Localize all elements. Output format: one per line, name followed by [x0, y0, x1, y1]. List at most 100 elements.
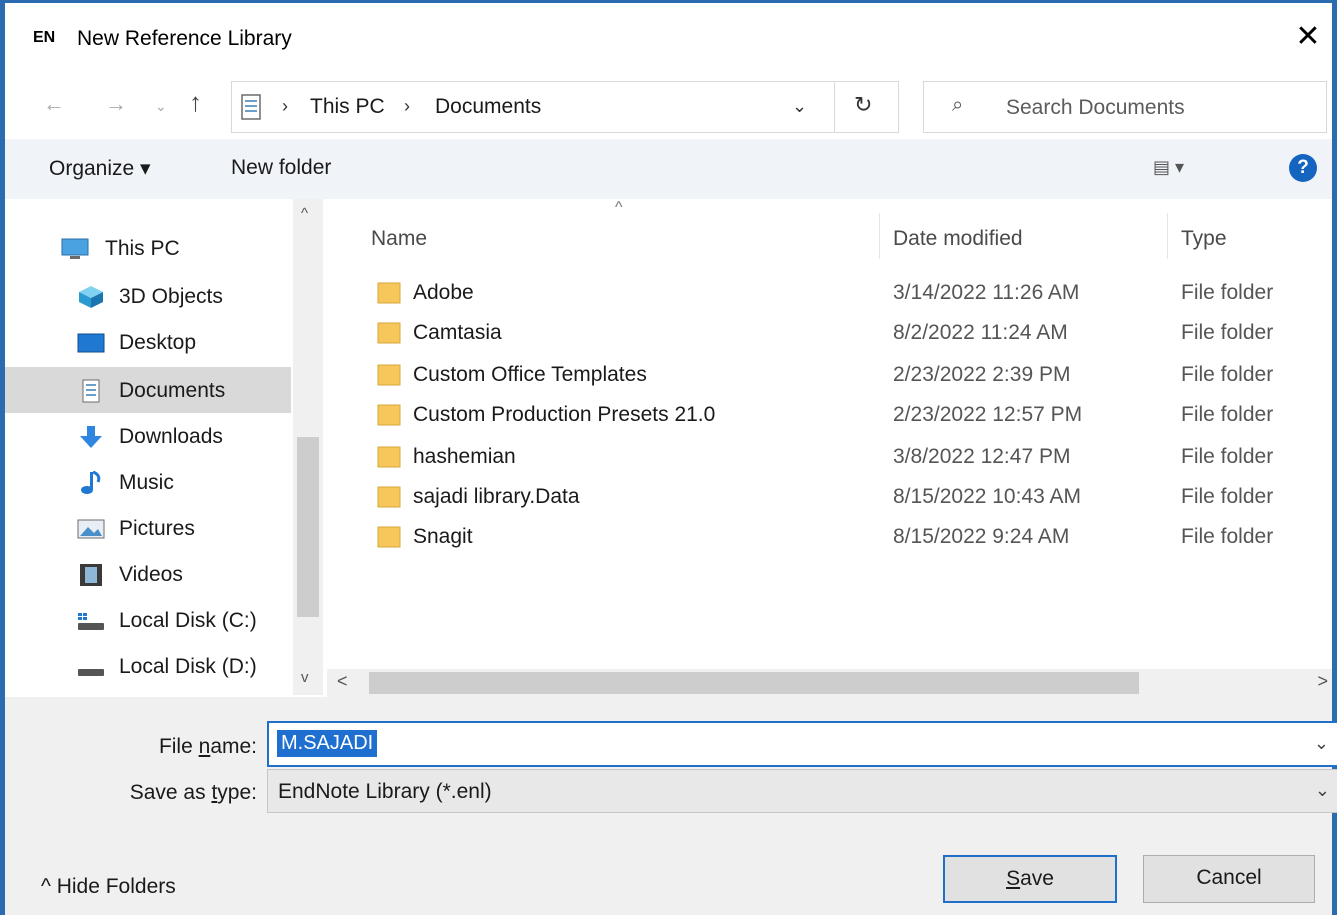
search-placeholder: Search Documents	[1006, 96, 1185, 119]
save-button[interactable]: Save	[943, 855, 1117, 903]
scroll-right-icon[interactable]: >	[1317, 671, 1328, 692]
file-name: Camtasia	[413, 321, 502, 344]
folder-icon	[377, 526, 401, 548]
column-header-type[interactable]: Type	[1181, 227, 1227, 251]
sidebar-item-label: This PC	[105, 237, 180, 260]
close-button[interactable]: ✕	[1288, 17, 1328, 57]
new-folder-button[interactable]: New folder	[231, 156, 331, 180]
file-type: File folder	[1181, 403, 1274, 426]
help-icon[interactable]: ?	[1289, 154, 1317, 182]
scroll-up-icon[interactable]: ^	[301, 205, 308, 222]
documents-folder-icon	[241, 94, 261, 120]
sort-ascending-icon: ^	[615, 199, 623, 216]
label-part: File	[158, 735, 199, 758]
title-bar: EN New Reference Library ✕	[5, 3, 1332, 71]
save-label: ave	[1020, 867, 1054, 890]
forward-arrow-icon[interactable]: →	[105, 91, 127, 117]
folder-icon	[377, 486, 401, 508]
sidebar-item-pictures[interactable]: Pictures	[5, 505, 291, 551]
label-part: ame:	[210, 735, 257, 758]
file-name: Custom Production Presets 21.0	[413, 403, 716, 426]
breadcrumb-documents[interactable]: Documents	[435, 95, 541, 119]
up-arrow-icon[interactable]: ↑	[189, 87, 202, 118]
label-accesskey: n	[198, 735, 211, 758]
sidebar-item-downloads[interactable]: Downloads	[5, 413, 291, 459]
table-row[interactable]: Adobe 3/14/2022 11:26 AM File folder	[367, 273, 1327, 313]
table-row[interactable]: Snagit 8/15/2022 9:24 AM File folder	[367, 517, 1327, 557]
file-date: 2/23/2022 2:39 PM	[893, 363, 1071, 386]
save-as-type-select[interactable]: EndNote Library (*.enl) ⌄	[267, 769, 1337, 813]
breadcrumb-this-pc[interactable]: This PC	[310, 95, 385, 119]
label-part: ype:	[217, 781, 257, 804]
address-bar[interactable]: › This PC › Documents ⌄ ↻	[231, 81, 899, 133]
sidebar-item-3d-objects[interactable]: 3D Objects	[5, 273, 291, 319]
endnote-app-icon: EN	[33, 29, 56, 46]
table-row[interactable]: sajadi library.Data 8/15/2022 10:43 AM F…	[367, 477, 1327, 517]
sidebar-item-label: 3D Objects	[119, 285, 223, 308]
file-type: File folder	[1181, 281, 1274, 304]
hide-folders-button[interactable]: ^ Hide Folders	[41, 875, 176, 899]
scrollbar-thumb[interactable]	[369, 672, 1139, 694]
breadcrumb-separator-icon: ›	[282, 96, 288, 116]
file-name: Snagit	[413, 525, 473, 548]
address-dropdown-chevron-icon[interactable]: ⌄	[792, 96, 807, 117]
file-name: hashemian	[413, 445, 516, 468]
back-arrow-icon[interactable]: ←	[43, 91, 65, 117]
scroll-down-icon[interactable]: v	[301, 669, 309, 686]
file-date: 8/2/2022 11:24 AM	[893, 321, 1068, 344]
sidebar-item-label: Pictures	[119, 517, 195, 540]
column-header-date-modified[interactable]: Date modified	[893, 227, 1023, 251]
column-header-name[interactable]: Name	[371, 227, 427, 251]
breadcrumb-separator-icon: ›	[404, 96, 410, 116]
file-date: 8/15/2022 10:43 AM	[893, 485, 1081, 508]
table-row[interactable]: Custom Production Presets 21.0 2/23/2022…	[367, 395, 1327, 435]
file-date: 3/8/2022 12:47 PM	[893, 445, 1071, 468]
scroll-left-icon[interactable]: <	[337, 671, 348, 692]
file-type: File folder	[1181, 525, 1274, 548]
file-type: File folder	[1181, 321, 1274, 344]
file-name-label: File name:	[121, 735, 257, 759]
sidebar-item-local-disk-d[interactable]: Local Disk (D:)	[5, 643, 291, 689]
sidebar-item-this-pc[interactable]: This PC	[5, 225, 291, 271]
change-view-icon[interactable]: ▤ ▾	[1153, 157, 1184, 178]
file-name-value: M.SAJADI	[277, 730, 378, 757]
table-row[interactable]: Camtasia 8/2/2022 11:24 AM File folder	[367, 313, 1327, 353]
column-divider[interactable]	[1167, 213, 1168, 259]
refresh-icon[interactable]: ↻	[854, 92, 872, 118]
document-icon	[82, 379, 100, 403]
search-icon: ⌕	[952, 94, 964, 116]
column-divider[interactable]	[879, 213, 880, 259]
sidebar-item-videos[interactable]: Videos	[5, 551, 291, 597]
table-row[interactable]: Custom Office Templates 2/23/2022 2:39 P…	[367, 355, 1327, 395]
picture-icon	[77, 519, 105, 539]
folder-icon	[377, 404, 401, 426]
sidebar-item-label: Local Disk (D:)	[119, 655, 257, 678]
file-list-horizontal-scrollbar[interactable]: < >	[327, 669, 1332, 697]
search-input[interactable]: ⌕ Search Documents	[923, 81, 1327, 133]
computer-icon	[61, 238, 89, 259]
cancel-button[interactable]: Cancel	[1143, 855, 1315, 903]
sidebar-item-documents[interactable]: Documents	[5, 367, 291, 413]
sidebar-item-label: Downloads	[119, 425, 223, 448]
sidebar-item-music[interactable]: Music	[5, 459, 291, 505]
file-date: 3/14/2022 11:26 AM	[893, 281, 1080, 304]
file-name: Custom Office Templates	[413, 363, 647, 386]
save-accesskey: S	[1006, 867, 1021, 890]
recent-locations-chevron-icon[interactable]: ⌄	[155, 98, 167, 115]
sidebar-item-label: Desktop	[119, 331, 197, 354]
navigation-pane-scrollbar[interactable]: ^ v	[293, 199, 323, 695]
sidebar-item-desktop[interactable]: Desktop	[5, 319, 291, 365]
sidebar-item-local-disk-c[interactable]: Local Disk (C:)	[5, 597, 291, 643]
address-row: ← → ⌄ ↑ › This PC › Documents ⌄ ↻ ⌕ Sear…	[5, 71, 1332, 139]
save-as-type-chevron-icon[interactable]: ⌄	[1315, 780, 1330, 801]
scrollbar-thumb[interactable]	[297, 437, 319, 617]
desktop-icon	[77, 333, 105, 353]
file-name-input[interactable]: M.SAJADI ⌄	[267, 721, 1337, 767]
file-type: File folder	[1181, 485, 1274, 508]
music-note-icon	[81, 471, 101, 494]
table-row[interactable]: hashemian 3/8/2022 12:47 PM File folder	[367, 437, 1327, 477]
organize-menu-button[interactable]: Organize ▾	[49, 156, 151, 181]
file-type: File folder	[1181, 445, 1274, 468]
sidebar-item-label: Documents	[119, 379, 226, 402]
file-name-dropdown-chevron-icon[interactable]: ⌄	[1314, 733, 1329, 754]
